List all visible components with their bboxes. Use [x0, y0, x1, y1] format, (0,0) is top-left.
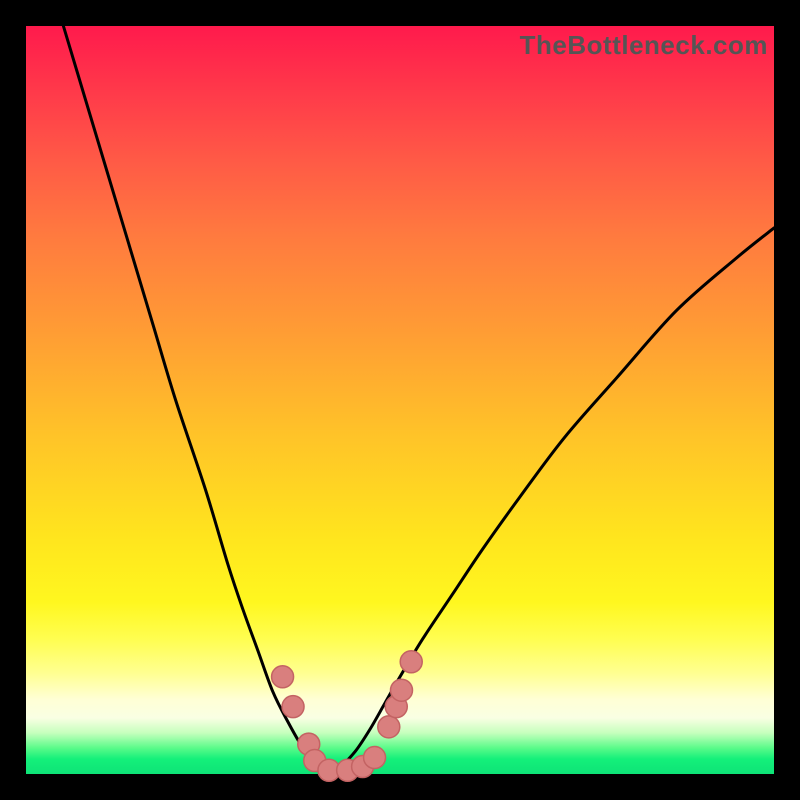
marker-group: [272, 651, 423, 781]
curve-left: [63, 26, 325, 774]
data-marker: [390, 679, 412, 701]
data-marker: [282, 696, 304, 718]
data-marker: [400, 651, 422, 673]
data-marker: [272, 666, 294, 688]
chart-frame: TheBottleneck.com: [26, 26, 774, 774]
chart-svg: [26, 26, 774, 774]
data-marker: [364, 747, 386, 769]
data-marker: [378, 716, 400, 738]
